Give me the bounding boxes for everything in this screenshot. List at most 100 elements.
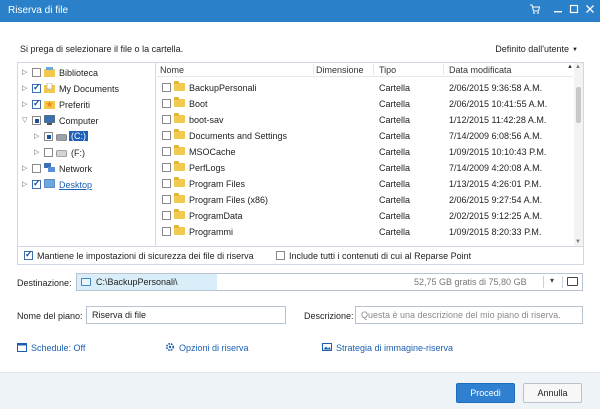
column-header-name[interactable]: Nome bbox=[160, 65, 184, 75]
expand-icon[interactable]: ▷ bbox=[22, 180, 30, 188]
row-checkbox[interactable] bbox=[162, 179, 171, 188]
file-date: 2/06/2015 9:36:58 A.M. bbox=[449, 83, 543, 93]
backup-options-link-label: Opzioni di riserva bbox=[179, 343, 249, 353]
plan-name-field[interactable] bbox=[86, 306, 286, 324]
keep-security-checkbox[interactable] bbox=[24, 249, 33, 260]
desktop-icon bbox=[44, 179, 55, 189]
scroll-thumb[interactable] bbox=[576, 87, 581, 123]
gear-icon bbox=[165, 342, 175, 352]
destination-free-space: 52,75 GB gratis di 75,80 GB bbox=[414, 277, 527, 287]
tree-checkbox[interactable] bbox=[32, 164, 41, 173]
tree-item-desktop[interactable]: ▷ Desktop bbox=[18, 177, 155, 193]
cart-icon[interactable] bbox=[528, 3, 542, 17]
file-row[interactable]: boot-sav Cartella 1/12/2015 11:42:28 A.M… bbox=[157, 111, 573, 127]
row-checkbox[interactable] bbox=[162, 211, 171, 220]
row-checkbox[interactable] bbox=[162, 163, 171, 172]
file-name: ProgramData bbox=[189, 211, 243, 221]
tree-item-label: (C:) bbox=[69, 131, 88, 141]
description-input[interactable] bbox=[356, 307, 582, 323]
row-checkbox[interactable] bbox=[162, 131, 171, 140]
folder-tree: ▷ Biblioteca ▷ My Documents ▷ Preferiti … bbox=[18, 63, 156, 246]
expand-icon[interactable]: ▷ bbox=[22, 100, 30, 108]
cancel-button[interactable]: Annulla bbox=[523, 383, 582, 403]
folder-icon bbox=[174, 161, 185, 171]
tree-checkbox[interactable] bbox=[44, 132, 53, 141]
maximize-icon[interactable] bbox=[567, 3, 581, 17]
collapse-icon[interactable]: ▽ bbox=[22, 116, 30, 124]
expand-icon[interactable]: ▷ bbox=[22, 84, 30, 92]
file-row[interactable]: PerfLogs Cartella 7/14/2009 4:20:08 A.M. bbox=[157, 159, 573, 175]
file-date: 2/02/2015 9:12:25 A.M. bbox=[449, 211, 543, 221]
tree-item-drive-c[interactable]: ▷ (C:) bbox=[18, 129, 155, 145]
chevron-down-icon[interactable]: ▾ bbox=[550, 276, 554, 285]
browse-folder-icon[interactable] bbox=[567, 277, 578, 286]
file-row[interactable]: Documents and Settings Cartella 7/14/200… bbox=[157, 127, 573, 143]
minimize-icon[interactable] bbox=[551, 3, 565, 17]
description-field[interactable] bbox=[355, 306, 583, 324]
file-row[interactable]: MSOCache Cartella 1/09/2015 10:10:43 P.M… bbox=[157, 143, 573, 159]
tree-item-label: Biblioteca bbox=[59, 68, 99, 78]
folder-icon bbox=[174, 209, 185, 219]
tree-item-label[interactable]: Desktop bbox=[59, 180, 92, 190]
row-checkbox[interactable] bbox=[162, 83, 171, 92]
tree-checkbox[interactable] bbox=[44, 148, 53, 157]
file-row[interactable]: ProgramData Cartella 2/02/2015 9:12:25 A… bbox=[157, 207, 573, 223]
drive-icon bbox=[56, 133, 67, 143]
expand-icon[interactable]: ▷ bbox=[22, 164, 30, 172]
scroll-up-icon[interactable]: ▲ bbox=[575, 64, 581, 70]
file-row[interactable]: Boot Cartella 2/06/2015 10:41:55 A.M. bbox=[157, 95, 573, 111]
list-scrollbar[interactable]: ▲ ▼ bbox=[574, 63, 583, 246]
folder-icon bbox=[174, 145, 185, 155]
include-reparse-checkbox[interactable] bbox=[276, 251, 285, 260]
tree-item-preferiti[interactable]: ▷ Preferiti bbox=[18, 97, 155, 113]
file-name: PerfLogs bbox=[189, 163, 226, 173]
column-header-size[interactable]: Dimensione bbox=[316, 65, 364, 75]
destination-field[interactable]: C:\BackupPersonali\ 52,75 GB gratis di 7… bbox=[76, 273, 583, 291]
row-checkbox[interactable] bbox=[162, 227, 171, 236]
chevron-down-icon: ▼ bbox=[572, 46, 578, 53]
row-checkbox[interactable] bbox=[162, 115, 171, 124]
drive-icon bbox=[56, 149, 67, 159]
expand-icon[interactable]: ▷ bbox=[22, 68, 30, 76]
file-row[interactable]: BackupPersonali Cartella 2/06/2015 9:36:… bbox=[157, 79, 573, 95]
file-type: Cartella bbox=[379, 179, 411, 189]
row-checkbox[interactable] bbox=[162, 147, 171, 156]
tree-checkbox[interactable] bbox=[32, 98, 41, 109]
row-checkbox[interactable] bbox=[162, 195, 171, 204]
view-selector[interactable]: Definito dall'utente ▼ bbox=[495, 44, 578, 54]
file-date: 2/06/2015 10:41:55 A.M. bbox=[449, 99, 548, 109]
file-type: Cartella bbox=[379, 227, 411, 237]
tree-checkbox[interactable] bbox=[32, 178, 41, 189]
tree-item-network[interactable]: ▷ Network bbox=[18, 161, 155, 177]
column-header-type[interactable]: Tipo bbox=[379, 65, 396, 75]
expand-icon[interactable]: ▷ bbox=[34, 132, 42, 140]
library-icon bbox=[44, 67, 55, 77]
file-row[interactable]: Program Files Cartella 1/13/2015 4:26:01… bbox=[157, 175, 573, 191]
file-type: Cartella bbox=[379, 195, 411, 205]
row-checkbox[interactable] bbox=[162, 99, 171, 108]
file-row[interactable]: Program Files (x86) Cartella 2/06/2015 9… bbox=[157, 191, 573, 207]
close-icon[interactable] bbox=[583, 3, 597, 17]
file-row[interactable]: Programmi Cartella 1/09/2015 8:20:33 P.M… bbox=[157, 223, 573, 239]
expand-icon[interactable]: ▷ bbox=[34, 148, 42, 156]
image-icon bbox=[322, 342, 332, 352]
tree-item-drive-f[interactable]: ▷ (F:) bbox=[18, 145, 155, 161]
column-header-date[interactable]: Data modificata bbox=[449, 65, 512, 75]
tree-checkbox[interactable] bbox=[32, 82, 41, 93]
documents-icon bbox=[44, 82, 55, 93]
tree-item-computer[interactable]: ▽ Computer bbox=[18, 113, 155, 129]
file-type: Cartella bbox=[379, 147, 411, 157]
tree-item-biblioteca[interactable]: ▷ Biblioteca bbox=[18, 65, 155, 81]
tree-item-my-documents[interactable]: ▷ My Documents bbox=[18, 81, 155, 97]
file-name: Boot bbox=[189, 99, 208, 109]
scroll-down-icon[interactable]: ▼ bbox=[575, 239, 581, 245]
tree-checkbox[interactable] bbox=[32, 116, 41, 125]
image-strategy-link-label: Strategia di immagine-riserva bbox=[336, 343, 454, 353]
file-type: Cartella bbox=[379, 131, 411, 141]
selection-prompt: Si prega di selezionare il file o la car… bbox=[20, 44, 184, 54]
file-list: Nome Dimensione Tipo Data modificata ▲ B… bbox=[157, 63, 583, 246]
file-name: boot-sav bbox=[189, 115, 224, 125]
proceed-button[interactable]: Procedi bbox=[456, 383, 515, 403]
plan-name-input[interactable] bbox=[87, 307, 285, 323]
tree-checkbox[interactable] bbox=[32, 68, 41, 77]
